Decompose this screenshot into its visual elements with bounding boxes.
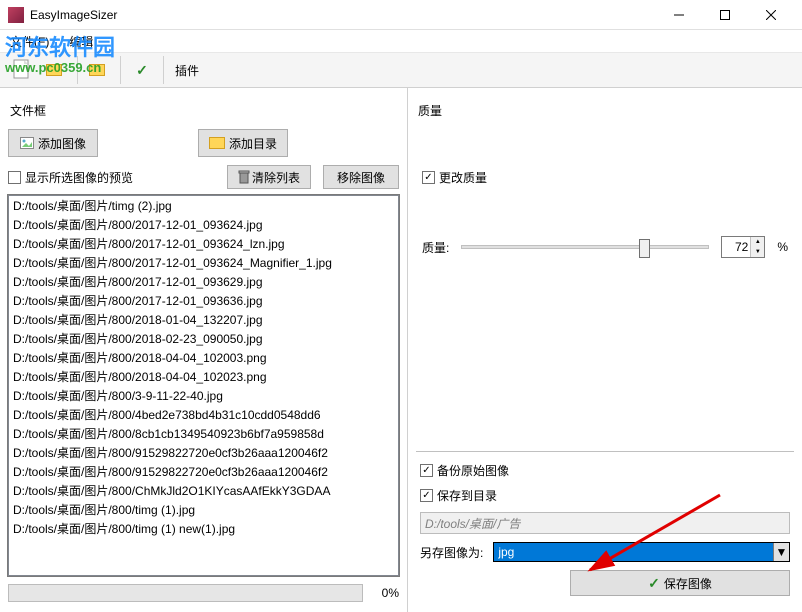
remove-images-button[interactable]: 移除图像 — [323, 165, 399, 189]
menubar: 文件(F) 编辑 — [0, 30, 802, 52]
spin-up-icon[interactable]: ▲ — [751, 237, 764, 247]
app-icon — [8, 7, 24, 23]
quality-label: 质量: — [422, 239, 449, 256]
save-as-label: 另存图像为: — [420, 544, 483, 561]
list-item[interactable]: D:/tools/桌面/图片/800/timg (1) new(1).jpg — [9, 519, 398, 538]
list-item[interactable]: D:/tools/桌面/图片/800/timg (1).jpg — [9, 500, 398, 519]
list-item[interactable]: D:/tools/桌面/图片/800/2018-04-04_102003.png — [9, 348, 398, 367]
menu-edit[interactable]: 编辑 — [65, 31, 97, 52]
backup-original-checkbox[interactable]: 备份原始图像 — [420, 462, 790, 479]
maximize-button[interactable] — [702, 1, 748, 29]
quality-group-label: 质量 — [416, 98, 794, 123]
change-quality-checkbox[interactable]: 更改质量 — [422, 169, 788, 186]
right-panel: 质量 更改质量 质量: ▲▼ % 备份原始图像 — [408, 88, 802, 612]
spin-down-icon[interactable]: ▼ — [751, 247, 764, 257]
checkbox-checked-icon — [420, 489, 433, 502]
chevron-down-icon[interactable]: ▼ — [773, 543, 789, 561]
quality-spinner[interactable]: ▲▼ — [721, 236, 765, 258]
list-item[interactable]: D:/tools/桌面/图片/800/2017-12-01_093636.jpg — [9, 291, 398, 310]
toolbar: ✓ 插件 — [0, 52, 802, 88]
quality-slider[interactable] — [461, 245, 709, 249]
show-preview-label: 显示所选图像的预览 — [25, 169, 133, 186]
add-folder-button[interactable]: 添加目录 — [198, 129, 288, 157]
file-group-label: 文件框 — [8, 98, 399, 123]
list-item[interactable]: D:/tools/桌面/图片/800/2018-01-04_132207.jpg — [9, 310, 398, 329]
toolbar-open-icon[interactable] — [40, 55, 72, 85]
list-item[interactable]: D:/tools/桌面/图片/800/91529822720e0cf3b26aa… — [9, 443, 398, 462]
add-images-button[interactable]: 添加图像 — [8, 129, 98, 157]
remove-images-label: 移除图像 — [337, 169, 385, 186]
list-item[interactable]: D:/tools/桌面/图片/800/2018-02-23_090050.jpg — [9, 329, 398, 348]
slider-thumb[interactable] — [639, 239, 650, 258]
change-quality-label: 更改质量 — [439, 169, 487, 186]
list-item[interactable]: D:/tools/桌面/图片/800/2017-12-01_093629.jpg — [9, 272, 398, 291]
checkbox-checked-icon — [422, 171, 435, 184]
format-value: jpg — [498, 545, 514, 559]
menu-file[interactable]: 文件(F) — [6, 31, 53, 52]
file-list[interactable]: D:/tools/桌面/图片/timg (2).jpgD:/tools/桌面/图… — [8, 195, 399, 576]
format-select[interactable]: jpg ▼ — [493, 542, 790, 562]
save-to-dir-checkbox[interactable]: 保存到目录 — [420, 487, 790, 504]
toolbar-folder-icon[interactable] — [83, 55, 115, 85]
list-item[interactable]: D:/tools/桌面/图片/800/91529822720e0cf3b26aa… — [9, 462, 398, 481]
backup-original-label: 备份原始图像 — [437, 462, 509, 479]
toolbar-new-icon[interactable] — [6, 55, 38, 85]
quality-value-input[interactable] — [722, 237, 750, 257]
save-path-input[interactable] — [420, 512, 790, 534]
checkbox-checked-icon — [420, 464, 433, 477]
toolbar-plugins-label[interactable]: 插件 — [169, 62, 205, 79]
check-icon: ✓ — [648, 575, 660, 592]
toolbar-check-icon[interactable]: ✓ — [126, 55, 158, 85]
add-images-label: 添加图像 — [38, 135, 86, 152]
add-folder-label: 添加目录 — [229, 135, 277, 152]
list-item[interactable]: D:/tools/桌面/图片/800/3-9-11-22-40.jpg — [9, 386, 398, 405]
clear-list-button[interactable]: 清除列表 — [227, 165, 311, 189]
checkbox-icon — [8, 171, 21, 184]
list-item[interactable]: D:/tools/桌面/图片/800/ChMkJld2O1KIYcasAAfEk… — [9, 481, 398, 500]
list-item[interactable]: D:/tools/桌面/图片/800/2018-04-04_102023.png — [9, 367, 398, 386]
list-item[interactable]: D:/tools/桌面/图片/800/2017-12-01_093624_Mag… — [9, 253, 398, 272]
progress-bar — [8, 584, 363, 602]
folder-icon — [209, 137, 225, 149]
save-button-label: 保存图像 — [664, 575, 712, 592]
list-item[interactable]: D:/tools/桌面/图片/800/8cb1cb1349540923b6bf7… — [9, 424, 398, 443]
left-panel: 文件框 添加图像 添加目录 显示所选图像的预览 清除列表 移除图像 — [0, 88, 408, 612]
save-images-button[interactable]: ✓ 保存图像 — [570, 570, 790, 596]
close-button[interactable] — [748, 1, 794, 29]
quality-unit: % — [777, 240, 788, 254]
minimize-button[interactable] — [656, 1, 702, 29]
window-title: EasyImageSizer — [30, 8, 656, 22]
list-item[interactable]: D:/tools/桌面/图片/800/4bed2e738bd4b31c10cdd… — [9, 405, 398, 424]
list-item[interactable]: D:/tools/桌面/图片/800/2017-12-01_093624_lzn… — [9, 234, 398, 253]
list-item[interactable]: D:/tools/桌面/图片/800/2017-12-01_093624.jpg — [9, 215, 398, 234]
show-preview-checkbox[interactable]: 显示所选图像的预览 — [8, 169, 133, 186]
list-item[interactable]: D:/tools/桌面/图片/timg (2).jpg — [9, 196, 398, 215]
titlebar: EasyImageSizer — [0, 0, 802, 30]
clear-list-label: 清除列表 — [252, 169, 300, 186]
progress-value: 0% — [369, 586, 399, 600]
save-to-dir-label: 保存到目录 — [437, 487, 497, 504]
